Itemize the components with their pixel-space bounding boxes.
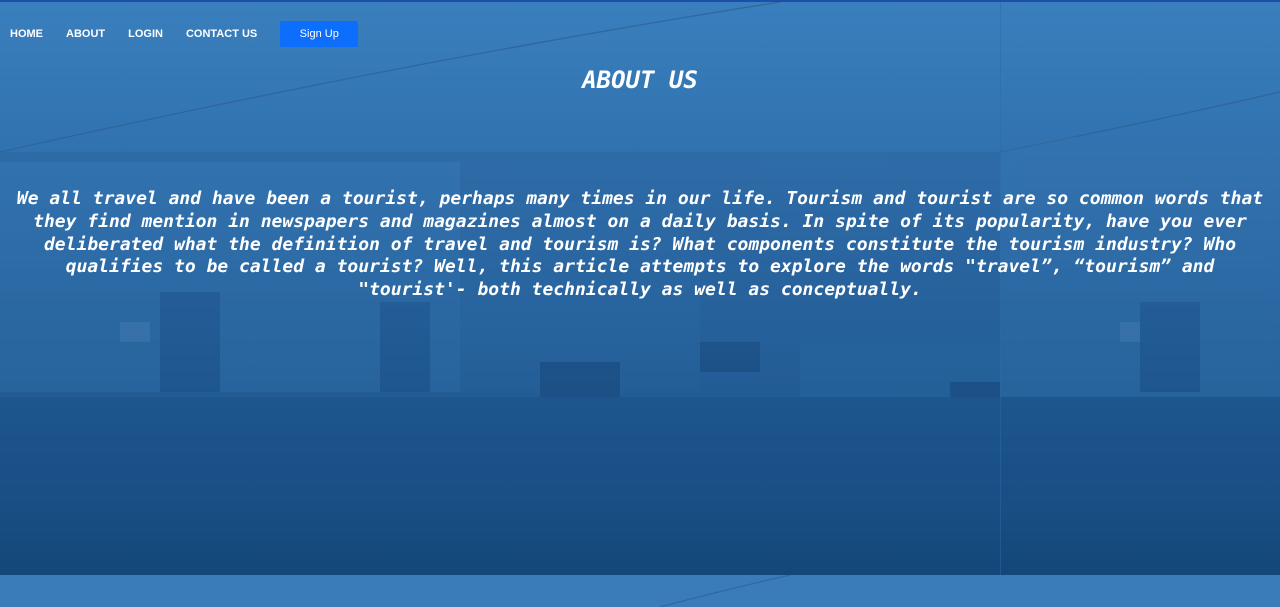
nav-login-link[interactable]: LOGIN xyxy=(128,28,163,40)
top-nav: HOME ABOUT LOGIN CONTACT US Sign Up xyxy=(10,21,359,47)
footer-wire xyxy=(659,575,791,607)
nav-contact-link[interactable]: CONTACT US xyxy=(186,28,257,40)
nav-home-link[interactable]: HOME xyxy=(10,28,43,40)
nav-about-link[interactable]: ABOUT xyxy=(66,28,105,40)
signup-button[interactable]: Sign Up xyxy=(280,21,359,47)
about-description: We all travel and have been a tourist, p… xyxy=(16,188,1264,301)
hero-section: HOME ABOUT LOGIN CONTACT US Sign Up ABOU… xyxy=(0,0,1280,575)
footer-band xyxy=(0,575,1280,607)
page-title: ABOUT US xyxy=(582,66,698,94)
